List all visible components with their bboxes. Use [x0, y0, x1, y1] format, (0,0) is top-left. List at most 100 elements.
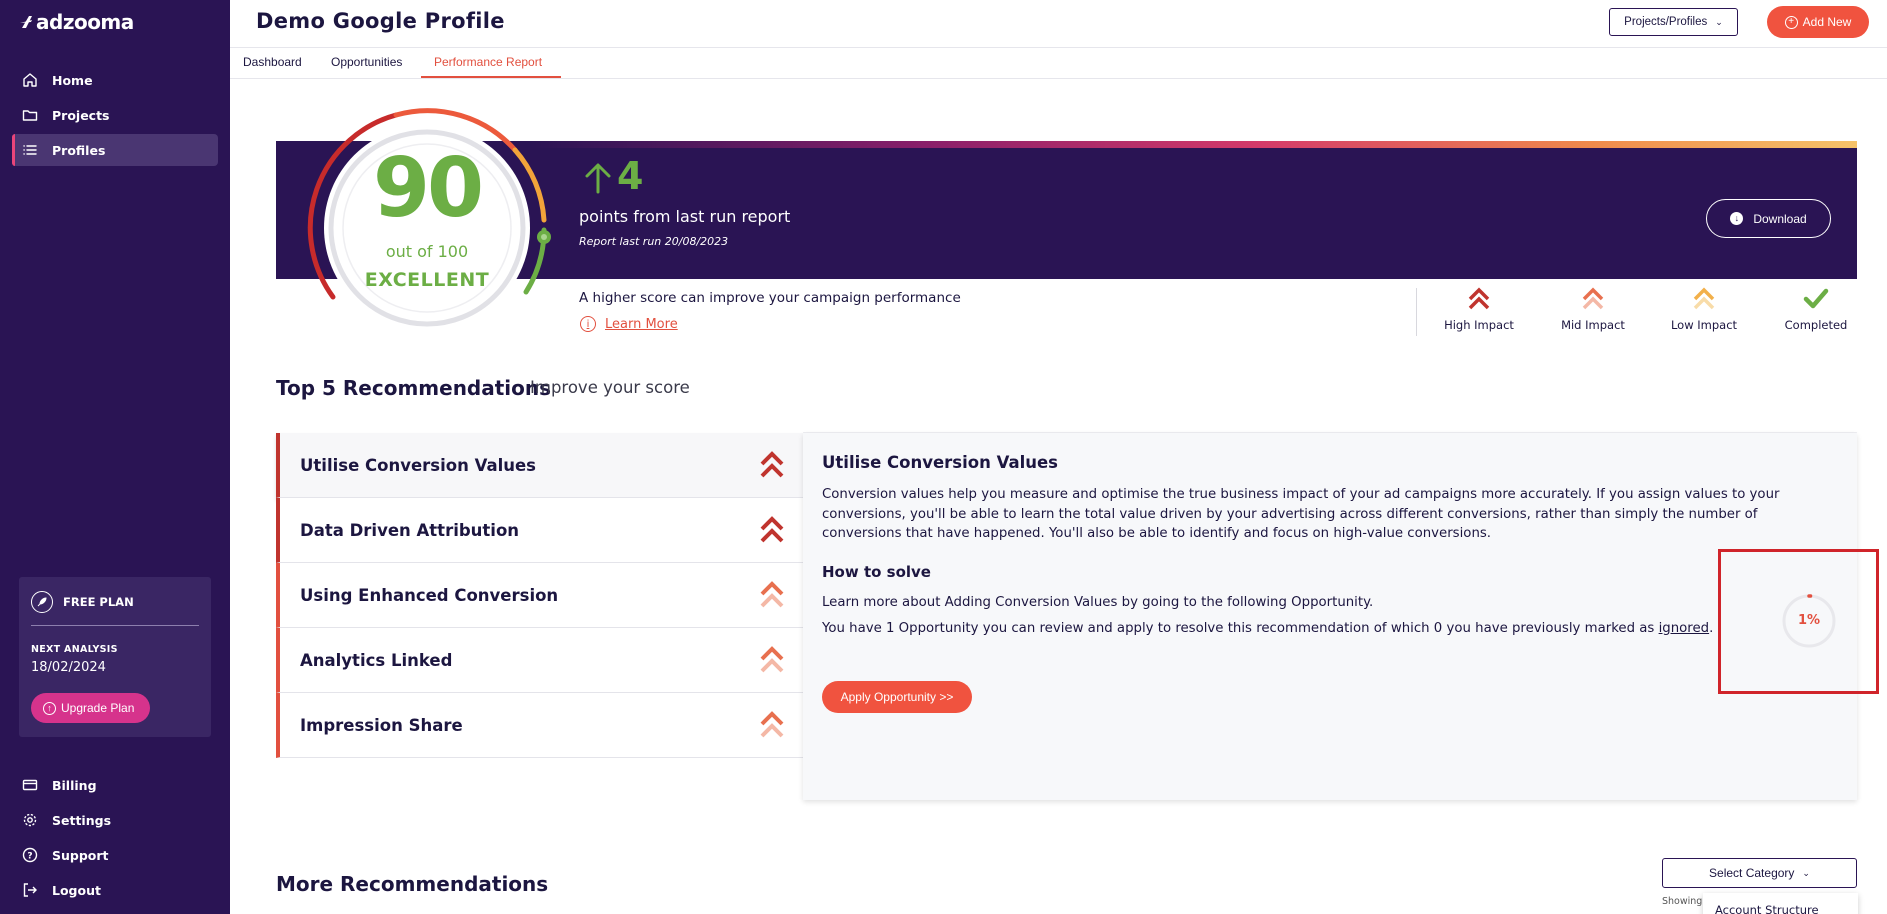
mid-impact-icon [760, 711, 784, 738]
legend-label: Mid Impact [1561, 318, 1625, 332]
sidebar-item-home[interactable]: Home [12, 64, 218, 96]
gear-icon [23, 813, 37, 827]
folder-icon [22, 110, 38, 121]
plan-header: FREE PLAN [31, 591, 134, 613]
plan-card: FREE PLAN NEXT ANALYSIS 18/02/2024 ↑ Upg… [19, 577, 211, 737]
recommendation-item-data-driven-attribution[interactable]: Data Driven Attribution [276, 498, 803, 563]
next-analysis-label: NEXT ANALYSIS [31, 644, 118, 655]
home-icon [23, 73, 37, 87]
add-new-label: Add New [1802, 15, 1852, 29]
sidebar-item-logout[interactable]: Logout [12, 874, 218, 906]
recommendation-item-enhanced-conversion[interactable]: Using Enhanced Conversion [276, 563, 803, 628]
sidebar-item-settings[interactable]: Settings [12, 804, 218, 836]
download-button[interactable]: ↓ Download [1706, 199, 1831, 238]
app-root: adzooma Home Projects Profiles FREE PLAN… [0, 0, 1887, 914]
learn-more-link[interactable]: i Learn More [580, 316, 678, 332]
tab-dashboard[interactable]: Dashboard [243, 55, 302, 69]
top5-title: Top 5 Recommendations [276, 376, 552, 400]
select-category-dropdown[interactable]: Select Category ⌄ [1662, 858, 1857, 888]
tab-opportunities[interactable]: Opportunities [331, 55, 402, 69]
svg-text:?: ? [27, 852, 32, 862]
ignored-link[interactable]: ignored [1659, 621, 1710, 636]
chevron-down-icon: ⌄ [1715, 16, 1723, 27]
legend-label: High Impact [1444, 318, 1514, 332]
gauge-marker-center [541, 234, 547, 240]
mid-impact-icon [1582, 287, 1604, 310]
add-new-button[interactable]: + Add New [1767, 6, 1869, 38]
sidebar-item-label: Billing [52, 777, 97, 793]
brand-name: adzooma [36, 10, 134, 34]
sidebar: adzooma Home Projects Profiles FREE PLAN… [0, 0, 230, 914]
recommendation-list: Utilise Conversion Values Data Driven At… [276, 433, 803, 758]
info-icon: i [580, 316, 596, 332]
rocket-icon [31, 591, 53, 613]
download-label: Download [1753, 211, 1807, 226]
detail-title: Utilise Conversion Values [822, 453, 1059, 472]
detail-description: Conversion values help you measure and o… [822, 487, 1780, 541]
how-to-solve-heading: How to solve [822, 563, 931, 581]
high-impact-icon [760, 451, 784, 478]
recommendation-label: Using Enhanced Conversion [300, 585, 559, 605]
projects-profiles-label: Projects/Profiles [1624, 16, 1708, 28]
opportunity-summary-prefix: You have 1 Opportunity you can review an… [822, 621, 1659, 636]
progress-percent: 1% [1797, 613, 1821, 628]
page-title: Demo Google Profile [256, 9, 505, 33]
card-icon [22, 779, 38, 791]
category-dropdown-menu: Account Structure [1703, 893, 1858, 914]
recommendation-label: Analytics Linked [300, 650, 453, 670]
select-category-label: Select Category [1709, 866, 1795, 880]
banner-gradient-strip [530, 141, 1857, 148]
plan-divider [31, 625, 199, 626]
legend-high-impact: High Impact [1429, 287, 1529, 332]
sidebar-item-label: Settings [52, 812, 112, 828]
legend-divider [1416, 288, 1417, 336]
score-hint-text: A higher score can improve your campaign… [579, 290, 961, 306]
legend-mid-impact: Mid Impact [1543, 287, 1643, 332]
legend-completed: Completed [1766, 287, 1866, 332]
sidebar-item-support[interactable]: ? Support [12, 839, 218, 871]
score-out-of: out of 100 [385, 242, 469, 261]
high-impact-icon [760, 516, 784, 543]
sidebar-item-label: Home [52, 72, 93, 88]
adzooma-logo[interactable]: adzooma [20, 10, 134, 34]
recommendation-label: Impression Share [300, 715, 463, 735]
upgrade-plan-button[interactable]: ↑ Upgrade Plan [31, 693, 151, 723]
recommendation-item-analytics-linked[interactable]: Analytics Linked [276, 628, 803, 693]
chevron-down-icon: ⌄ [1802, 867, 1810, 878]
checkmark-icon [1803, 288, 1829, 309]
arrow-up-icon [585, 163, 611, 194]
projects-profiles-select[interactable]: Projects/Profiles ⌄ [1609, 8, 1738, 36]
logo-mark-icon [20, 16, 32, 28]
tab-performance-report[interactable]: Performance Report [434, 55, 542, 69]
tabs-divider [230, 78, 1887, 79]
upgrade-plan-label: Upgrade Plan [61, 701, 135, 715]
plan-name: FREE PLAN [63, 595, 134, 609]
category-option-account-structure[interactable]: Account Structure [1715, 903, 1819, 914]
mid-impact-icon [760, 581, 784, 608]
top5-subtitle: Improve your score [530, 378, 690, 397]
sidebar-item-label: Support [52, 847, 109, 863]
legend-low-impact: Low Impact [1654, 287, 1754, 332]
next-analysis-date: 18/02/2024 [31, 660, 106, 675]
logout-icon [23, 883, 37, 897]
apply-opportunity-button[interactable]: Apply Opportunity >> [822, 681, 972, 713]
how-to-solve-text: Learn more about Adding Conversion Value… [822, 595, 1374, 610]
download-icon: ↓ [1730, 212, 1744, 225]
header-divider [230, 47, 1887, 48]
legend-label: Low Impact [1670, 318, 1738, 332]
sidebar-item-billing[interactable]: Billing [12, 769, 218, 801]
sidebar-item-label: Projects [52, 107, 110, 123]
learn-more-label: Learn More [605, 316, 678, 332]
score-delta: 4 [617, 154, 644, 198]
sidebar-item-label: Profiles [52, 142, 106, 158]
high-impact-icon [1468, 287, 1490, 310]
sidebar-item-profiles[interactable]: Profiles [12, 134, 218, 166]
recommendation-item-conversion-values[interactable]: Utilise Conversion Values [276, 433, 803, 498]
opportunity-summary-text: You have 1 Opportunity you can review an… [822, 621, 1713, 636]
help-icon: ? [22, 847, 38, 863]
sidebar-item-projects[interactable]: Projects [12, 99, 218, 131]
recommendation-item-impression-share[interactable]: Impression Share [276, 693, 803, 758]
sidebar-item-label: Logout [52, 882, 101, 898]
points-text: points from last run report [579, 207, 791, 226]
list-icon [23, 145, 37, 155]
